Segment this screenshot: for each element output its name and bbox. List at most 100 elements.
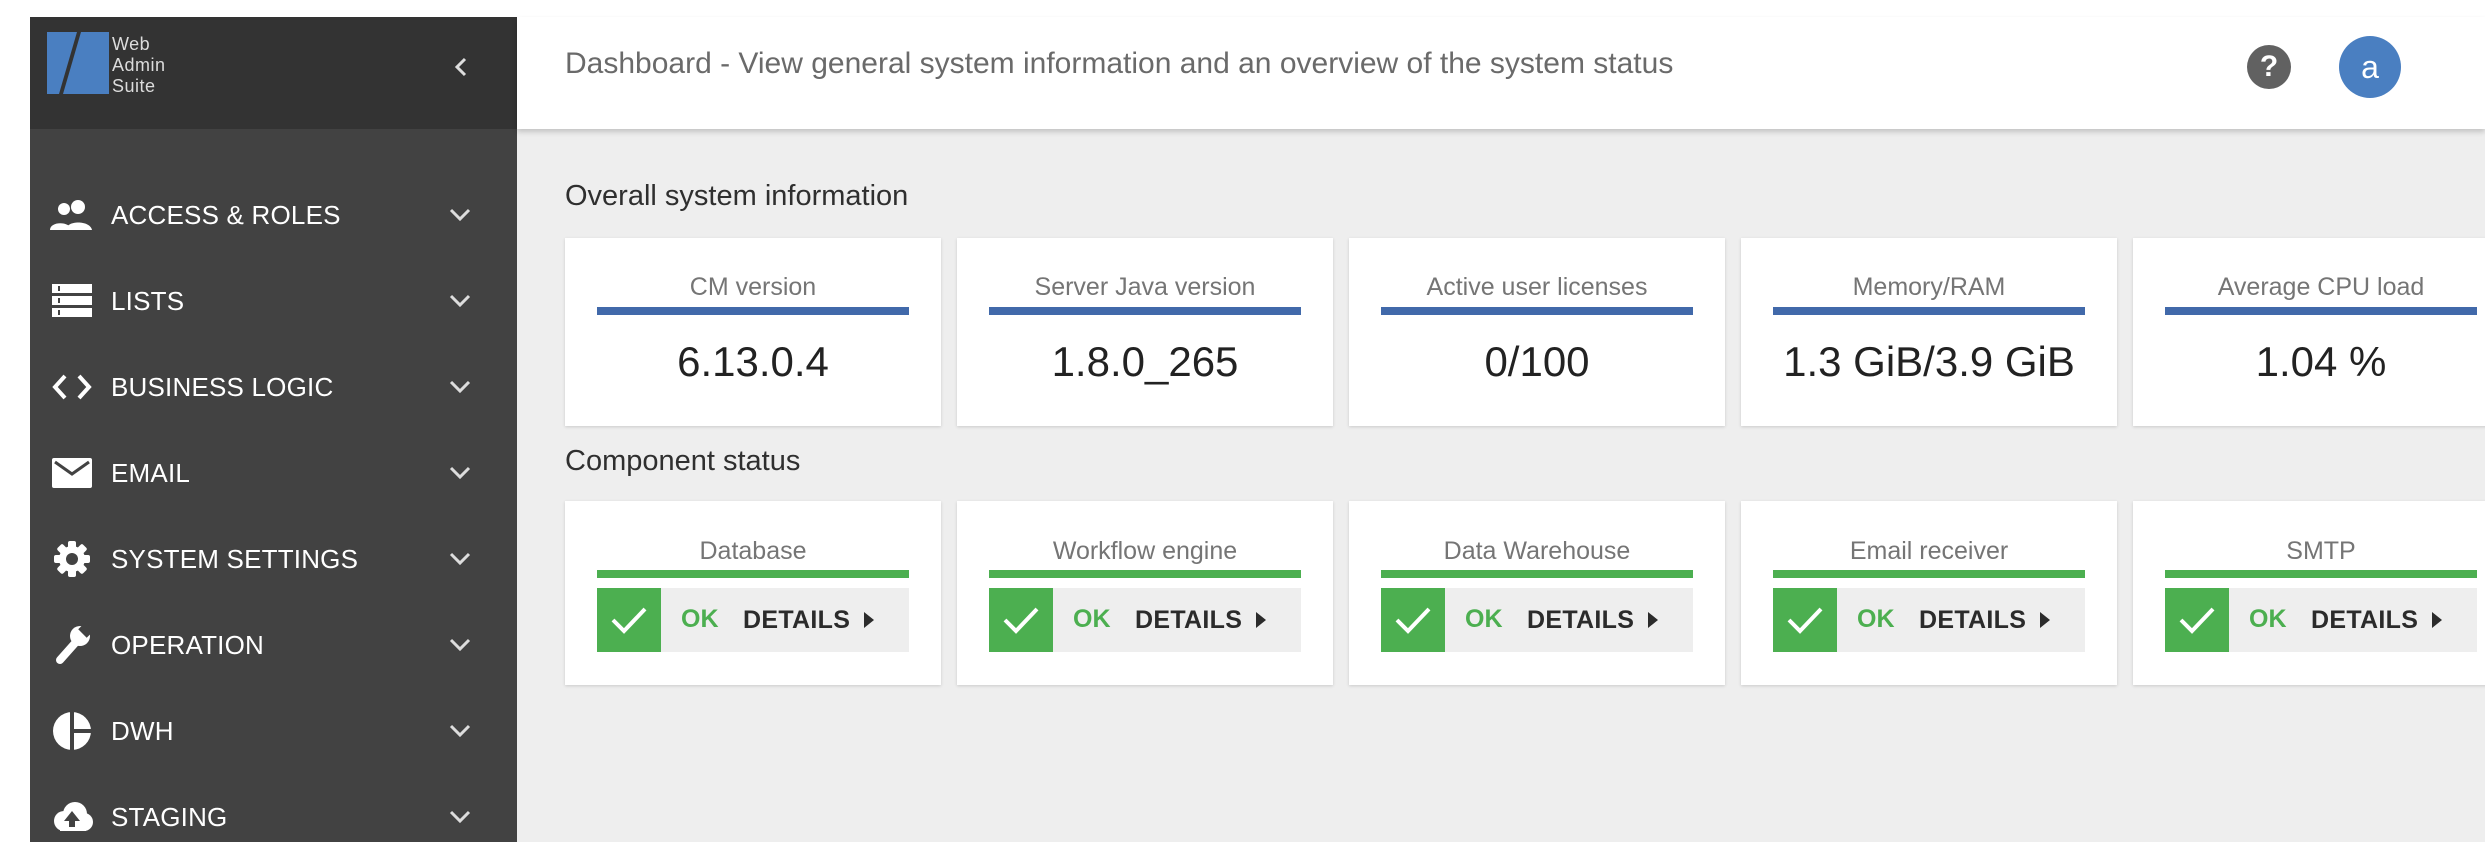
details-button[interactable]: DETAILS (1129, 588, 1272, 652)
card-accent-bar (2165, 307, 2477, 315)
collapse-sidebar-button[interactable] (442, 47, 482, 87)
check-icon (2165, 588, 2229, 652)
details-label: DETAILS (1919, 605, 2027, 634)
people-icon (50, 193, 94, 237)
sidebar-item-label: LISTS (111, 285, 185, 316)
caret-right-icon (1256, 612, 1267, 628)
page-title: Dashboard - View general system informat… (565, 47, 1674, 80)
caret-right-icon (2432, 612, 2443, 628)
status-text: OK (1857, 605, 1895, 633)
status-row: OK DETAILS (1773, 588, 2085, 652)
info-card-user-licenses: Active user licenses 0/100 (1349, 238, 1725, 426)
status-row: OK DETAILS (597, 588, 909, 652)
brand-name: Web Admin Suite (112, 34, 166, 97)
details-button[interactable]: DETAILS (2305, 588, 2448, 652)
sidebar-item-access-roles[interactable]: ACCESS & ROLES (30, 172, 517, 258)
card-value: 0/100 (1484, 338, 1590, 385)
pie-chart-icon (50, 709, 94, 753)
status-card-smtp: SMTP OK DETAILS (2133, 501, 2485, 685)
card-value: 1.3 GiB/3.9 GiB (1783, 338, 2075, 385)
card-accent-bar (989, 570, 1301, 578)
envelope-icon (50, 451, 94, 495)
avatar[interactable]: a (2339, 36, 2401, 98)
check-icon (1773, 588, 1837, 652)
card-value: 1.8.0_265 (1051, 338, 1239, 385)
status-text: OK (2249, 605, 2287, 633)
status-card-database: Database OK DETAILS (565, 501, 941, 685)
info-card-cpu-load: Average CPU load 1.04 % (2133, 238, 2485, 426)
chevron-down-icon (440, 625, 480, 665)
chevron-down-icon (440, 281, 480, 321)
check-icon (597, 588, 661, 652)
sidebar-item-label: STAGING (111, 801, 228, 832)
caret-right-icon (2040, 612, 2051, 628)
status-text: OK (681, 605, 719, 633)
card-accent-bar (1381, 570, 1693, 578)
card-title: Database (699, 537, 807, 565)
card-title: Data Warehouse (1443, 537, 1631, 565)
code-icon (50, 365, 94, 409)
info-card-memory: Memory/RAM 1.3 GiB/3.9 GiB (1741, 238, 2117, 426)
chevron-left-icon (454, 57, 467, 77)
chevron-down-icon (440, 711, 480, 751)
caret-right-icon (1648, 612, 1659, 628)
app-logo (47, 32, 109, 94)
sidebar-item-label: SYSTEM SETTINGS (111, 543, 359, 574)
status-row: OK DETAILS (2165, 588, 2477, 652)
sidebar-item-label: DWH (111, 715, 174, 746)
list-icon (50, 279, 94, 323)
section-title-components: Component status (565, 445, 801, 477)
info-card-cm-version: CM version 6.13.0.4 (565, 238, 941, 426)
details-label: DETAILS (743, 605, 851, 634)
status-card-workflow-engine: Workflow engine OK DETAILS (957, 501, 1333, 685)
card-accent-bar (597, 307, 909, 315)
card-accent-bar (1773, 307, 2085, 315)
wrench-icon (50, 623, 94, 667)
help-icon[interactable]: ? (2247, 45, 2291, 89)
top-bar: Dashboard - View general system informat… (517, 17, 2485, 129)
card-accent-bar (1381, 307, 1693, 315)
details-button[interactable]: DETAILS (737, 588, 880, 652)
card-accent-bar (989, 307, 1301, 315)
details-label: DETAILS (1135, 605, 1243, 634)
sidebar-item-operation[interactable]: OPERATION (30, 602, 517, 688)
card-title: CM version (689, 273, 817, 301)
card-value: 1.04 % (2255, 338, 2387, 385)
card-title: Average CPU load (2217, 273, 2425, 301)
card-title: SMTP (2286, 537, 2356, 565)
chevron-down-icon (440, 195, 480, 235)
chevron-down-icon (440, 453, 480, 493)
status-row: OK DETAILS (989, 588, 1301, 652)
caret-right-icon (864, 612, 875, 628)
sidebar-item-staging[interactable]: STAGING (30, 774, 517, 842)
brand-line-2: Admin (112, 55, 166, 75)
brand-line-1: Web (112, 34, 151, 54)
sidebar-item-business-logic[interactable]: BUSINESS LOGIC (30, 344, 517, 430)
card-title: Email receiver (1849, 537, 2009, 565)
sidebar-item-label: EMAIL (111, 457, 191, 488)
cloud-upload-icon (50, 795, 94, 839)
chevron-down-icon (440, 797, 480, 837)
chevron-down-icon (440, 539, 480, 579)
sidebar-item-label: ACCESS & ROLES (111, 199, 341, 230)
sidebar-item-email[interactable]: EMAIL (30, 430, 517, 516)
card-accent-bar (597, 570, 909, 578)
card-title: Workflow engine (1052, 537, 1238, 565)
brand-line-3: Suite (112, 76, 156, 96)
card-title: Server Java version (1034, 273, 1256, 301)
info-card-java-version: Server Java version 1.8.0_265 (957, 238, 1333, 426)
sidebar-item-dwh[interactable]: DWH (30, 688, 517, 774)
check-icon (1381, 588, 1445, 652)
sidebar-item-label: BUSINESS LOGIC (111, 371, 334, 402)
sidebar-item-system-settings[interactable]: SYSTEM SETTINGS (30, 516, 517, 602)
card-accent-bar (2165, 570, 2477, 578)
card-title: Active user licenses (1426, 273, 1648, 301)
sidebar-item-lists[interactable]: LISTS (30, 258, 517, 344)
chevron-down-icon (440, 367, 480, 407)
gear-icon (50, 537, 94, 581)
details-button[interactable]: DETAILS (1913, 588, 2056, 652)
sidebar: Web Admin Suite ACCESS & ROLES LISTS BUS… (30, 17, 517, 842)
status-text: OK (1073, 605, 1111, 633)
details-button[interactable]: DETAILS (1521, 588, 1664, 652)
card-value: 6.13.0.4 (677, 338, 829, 385)
